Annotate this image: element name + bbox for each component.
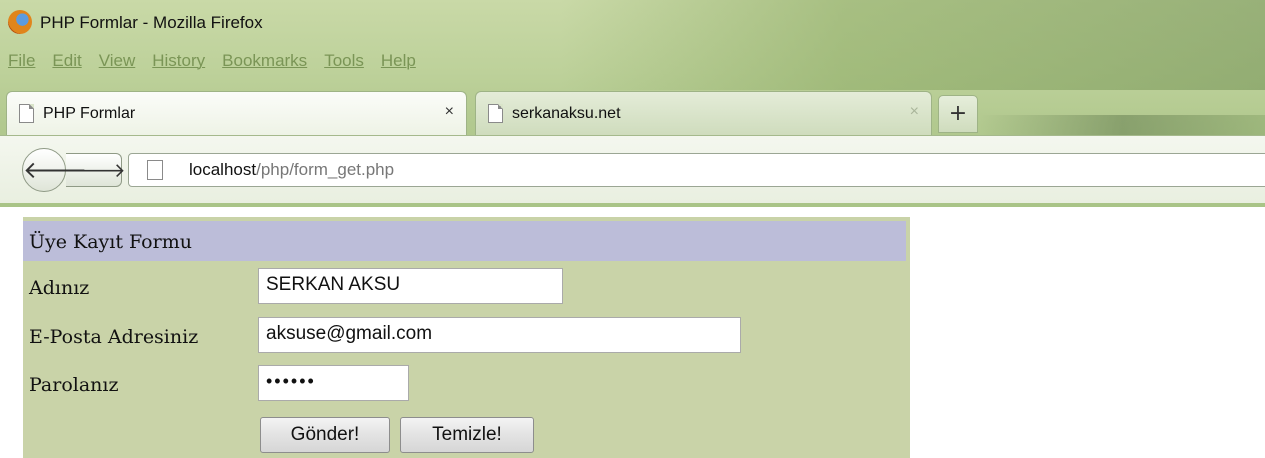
tab-serkanaksu[interactable]: serkanaksu.net × — [475, 91, 932, 135]
email-label: E-Posta Adresiniz — [29, 326, 199, 348]
site-identity-icon[interactable] — [147, 160, 163, 180]
address-bar[interactable]: localhost/php/form_get.php — [128, 153, 1265, 187]
new-tab-button[interactable]: + — [938, 95, 978, 133]
menu-file[interactable]: File — [8, 51, 35, 71]
window-title: PHP Formlar - Mozilla Firefox — [40, 13, 263, 32]
reset-button[interactable]: Temizle! — [400, 417, 534, 453]
form-title: Üye Kayıt Formu — [29, 231, 192, 253]
navigation-bar: 🡒 🡐 localhost/php/form_get.php — [0, 135, 1265, 203]
background-blur — [560, 0, 1265, 90]
close-icon[interactable]: × — [910, 103, 919, 121]
password-input[interactable]: •••••• — [258, 365, 409, 401]
menu-tools[interactable]: Tools — [324, 51, 364, 71]
tab-label: serkanaksu.net — [512, 104, 621, 122]
back-button[interactable]: 🡐 — [22, 148, 87, 192]
form-header: Üye Kayıt Formu — [23, 221, 906, 261]
menu-view[interactable]: View — [99, 51, 136, 71]
menu-help[interactable]: Help — [381, 51, 416, 71]
tab-php-formlar[interactable]: PHP Formlar × — [6, 91, 467, 135]
url-path: /php/form_get.php — [256, 160, 395, 179]
tab-label: PHP Formlar — [43, 104, 136, 122]
url-text: localhost/php/form_get.php — [189, 160, 394, 180]
email-input[interactable]: aksuse@gmail.com — [258, 317, 741, 353]
firefox-icon — [8, 10, 32, 34]
menu-bar: File Edit View History Bookmarks Tools H… — [8, 51, 416, 71]
name-label: Adınız — [29, 277, 90, 299]
submit-button[interactable]: Gönder! — [260, 417, 390, 453]
url-host: localhost — [189, 160, 257, 179]
page-icon — [488, 104, 503, 123]
page-icon — [19, 104, 34, 123]
menu-history[interactable]: History — [152, 51, 205, 71]
close-icon[interactable]: × — [445, 103, 454, 121]
menu-edit[interactable]: Edit — [52, 51, 81, 71]
registration-form: Üye Kayıt Formu Adınız SERKAN AKSU E-Pos… — [23, 217, 910, 458]
password-label: Parolanız — [29, 374, 119, 396]
menu-bookmarks[interactable]: Bookmarks — [222, 51, 307, 71]
name-input[interactable]: SERKAN AKSU — [258, 268, 563, 304]
browser-chrome: PHP Formlar - Mozilla Firefox File Edit … — [0, 0, 1265, 207]
